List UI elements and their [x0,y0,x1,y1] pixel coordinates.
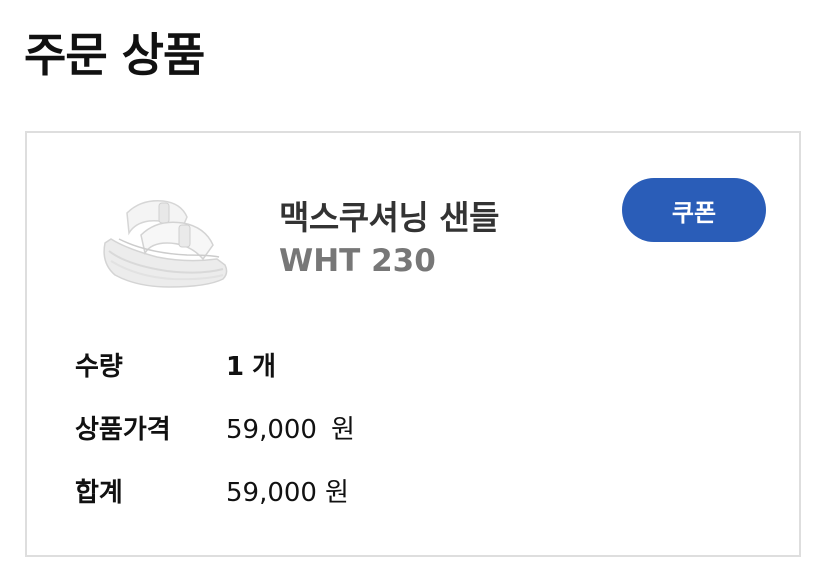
coupon-button[interactable]: 쿠폰 [622,178,766,242]
quantity-unit: 개 [252,352,277,382]
white-sandal-icon [103,200,228,288]
total-number: 59,000 [226,478,317,508]
order-item-card: 맥스쿠셔닝 샌들 WHT 230 쿠폰 수량 1개 상품가격 59,000 원 합… [25,131,801,557]
price-unit: 원 [330,415,355,445]
price-label: 상품가격 [75,415,171,445]
product-option: WHT 230 [279,243,436,279]
page-title: 주문 상품 [24,28,205,82]
total-row: 합계 59,000 원 [75,472,675,512]
quantity-value: 1개 [226,346,276,383]
quantity-label: 수량 [75,352,123,382]
product-name: 맥스쿠셔닝 샌들 [279,198,500,237]
quantity-row: 수량 1개 [75,346,675,386]
total-label: 합계 [75,478,123,508]
total-unit: 원 [324,478,349,508]
price-value: 59,000 원 [226,409,355,446]
total-value: 59,000 원 [226,472,349,509]
product-image [97,183,237,293]
price-number: 59,000 [226,415,317,445]
price-row: 상품가격 59,000 원 [75,409,675,449]
quantity-number: 1 [226,352,245,382]
